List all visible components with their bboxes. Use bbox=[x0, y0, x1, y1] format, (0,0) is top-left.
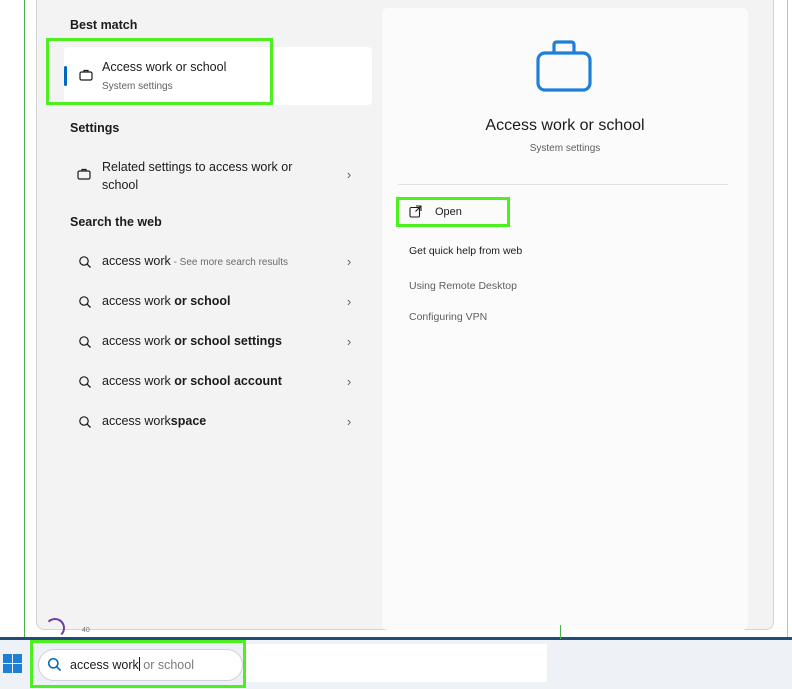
web-result[interactable]: access work - See more search results › bbox=[64, 247, 372, 277]
web-result[interactable]: access work or school settings › bbox=[64, 327, 372, 357]
web-result[interactable]: access work or school account › bbox=[64, 367, 372, 397]
detail-subtitle: System settings bbox=[529, 143, 601, 154]
help-link-remote-desktop[interactable]: Using Remote Desktop bbox=[409, 280, 517, 292]
settings-header: Settings bbox=[70, 121, 120, 135]
chevron-right-icon: › bbox=[346, 374, 352, 389]
web-result[interactable]: access work or school › bbox=[64, 287, 372, 317]
web-result-text: access work or school account bbox=[102, 374, 282, 388]
avatar bbox=[45, 618, 65, 638]
help-link-vpn[interactable]: Configuring VPN bbox=[409, 311, 487, 323]
background-window-edge bbox=[787, 0, 788, 640]
detail-title: Access work or school bbox=[485, 117, 645, 134]
search-icon bbox=[79, 416, 91, 428]
briefcase-icon bbox=[77, 168, 91, 180]
web-result-text: access work - See more search results bbox=[102, 254, 289, 268]
web-result-text: access workspace bbox=[102, 414, 207, 428]
windows-start-icon[interactable] bbox=[3, 654, 23, 674]
web-result-text: access work or school settings bbox=[102, 334, 282, 348]
chevron-right-icon: › bbox=[346, 167, 352, 182]
search-icon bbox=[79, 296, 91, 308]
search-query: access work or school bbox=[70, 657, 194, 672]
open-external-icon bbox=[409, 205, 422, 218]
selection-indicator bbox=[64, 66, 67, 86]
search-icon bbox=[79, 376, 91, 388]
web-header: Search the web bbox=[70, 215, 162, 229]
search-icon bbox=[79, 256, 91, 268]
best-match-header: Best match bbox=[70, 18, 138, 32]
best-match-title: Access work or school bbox=[102, 60, 227, 74]
web-result[interactable]: access workspace › bbox=[64, 407, 372, 437]
chevron-right-icon: › bbox=[346, 294, 352, 309]
briefcase-icon bbox=[79, 69, 93, 81]
chevron-right-icon: › bbox=[346, 254, 352, 269]
briefcase-icon bbox=[536, 40, 592, 92]
background-window-edge bbox=[24, 0, 25, 640]
chevron-right-icon: › bbox=[346, 334, 352, 349]
web-result-text: access work or school bbox=[102, 294, 231, 308]
settings-result-label: Related settings to access work or schoo… bbox=[102, 160, 293, 192]
divider bbox=[398, 184, 728, 185]
best-match-result[interactable] bbox=[64, 47, 372, 105]
quick-help-heading: Get quick help from web bbox=[409, 245, 523, 257]
chevron-right-icon: › bbox=[346, 414, 352, 429]
avatar-count: 40 bbox=[82, 627, 90, 634]
search-box-extension bbox=[243, 644, 547, 682]
best-match-subtitle: System settings bbox=[102, 81, 173, 92]
background-window-edge bbox=[560, 625, 561, 639]
open-label: Open bbox=[435, 206, 462, 218]
search-icon bbox=[79, 336, 91, 348]
search-icon bbox=[47, 657, 62, 672]
